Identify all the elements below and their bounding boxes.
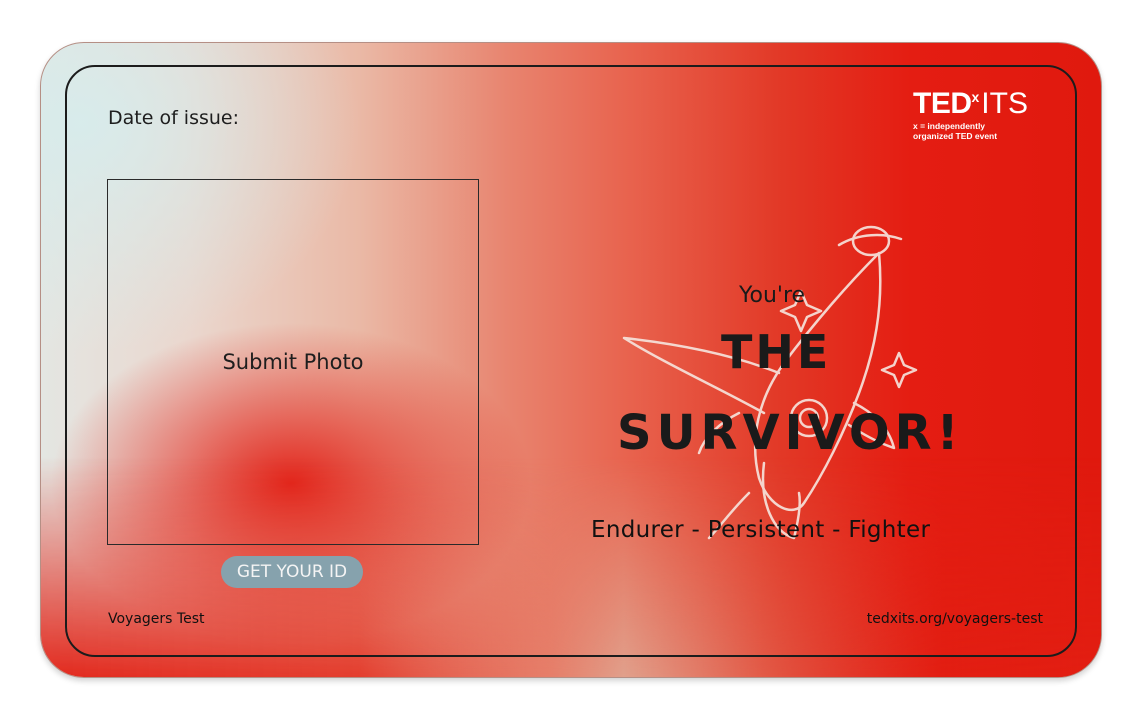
date-of-issue-label: Date of issue:	[108, 107, 240, 129]
event-name: Voyagers Test	[108, 611, 205, 627]
photo-upload-area[interactable]: Submit Photo	[107, 179, 479, 545]
logo-tagline: x = independently organized TED event	[913, 121, 1053, 142]
logo-wordmark: TED x ITS	[913, 89, 1053, 119]
logo-tagline-line2: organized TED event	[913, 130, 998, 141]
result-title-line2: SURVIVOR!	[617, 405, 964, 461]
result-traits: Endurer - Persistent - Fighter	[591, 517, 931, 543]
get-your-id-button[interactable]: GET YOUR ID	[221, 556, 363, 588]
result-intro: You're	[739, 283, 806, 308]
logo-ted: TED	[913, 87, 972, 120]
tedxits-logo: TED x ITS x = independently organized TE…	[913, 89, 1053, 142]
result-title-line1: THE	[721, 325, 832, 379]
logo-its: ITS	[981, 87, 1028, 120]
id-card: Date of issue: Submit Photo GET YOUR ID …	[40, 42, 1102, 678]
submit-photo-label: Submit Photo	[222, 350, 364, 374]
event-url[interactable]: tedxits.org/voyagers-test	[867, 611, 1043, 627]
logo-x: x	[971, 89, 980, 105]
